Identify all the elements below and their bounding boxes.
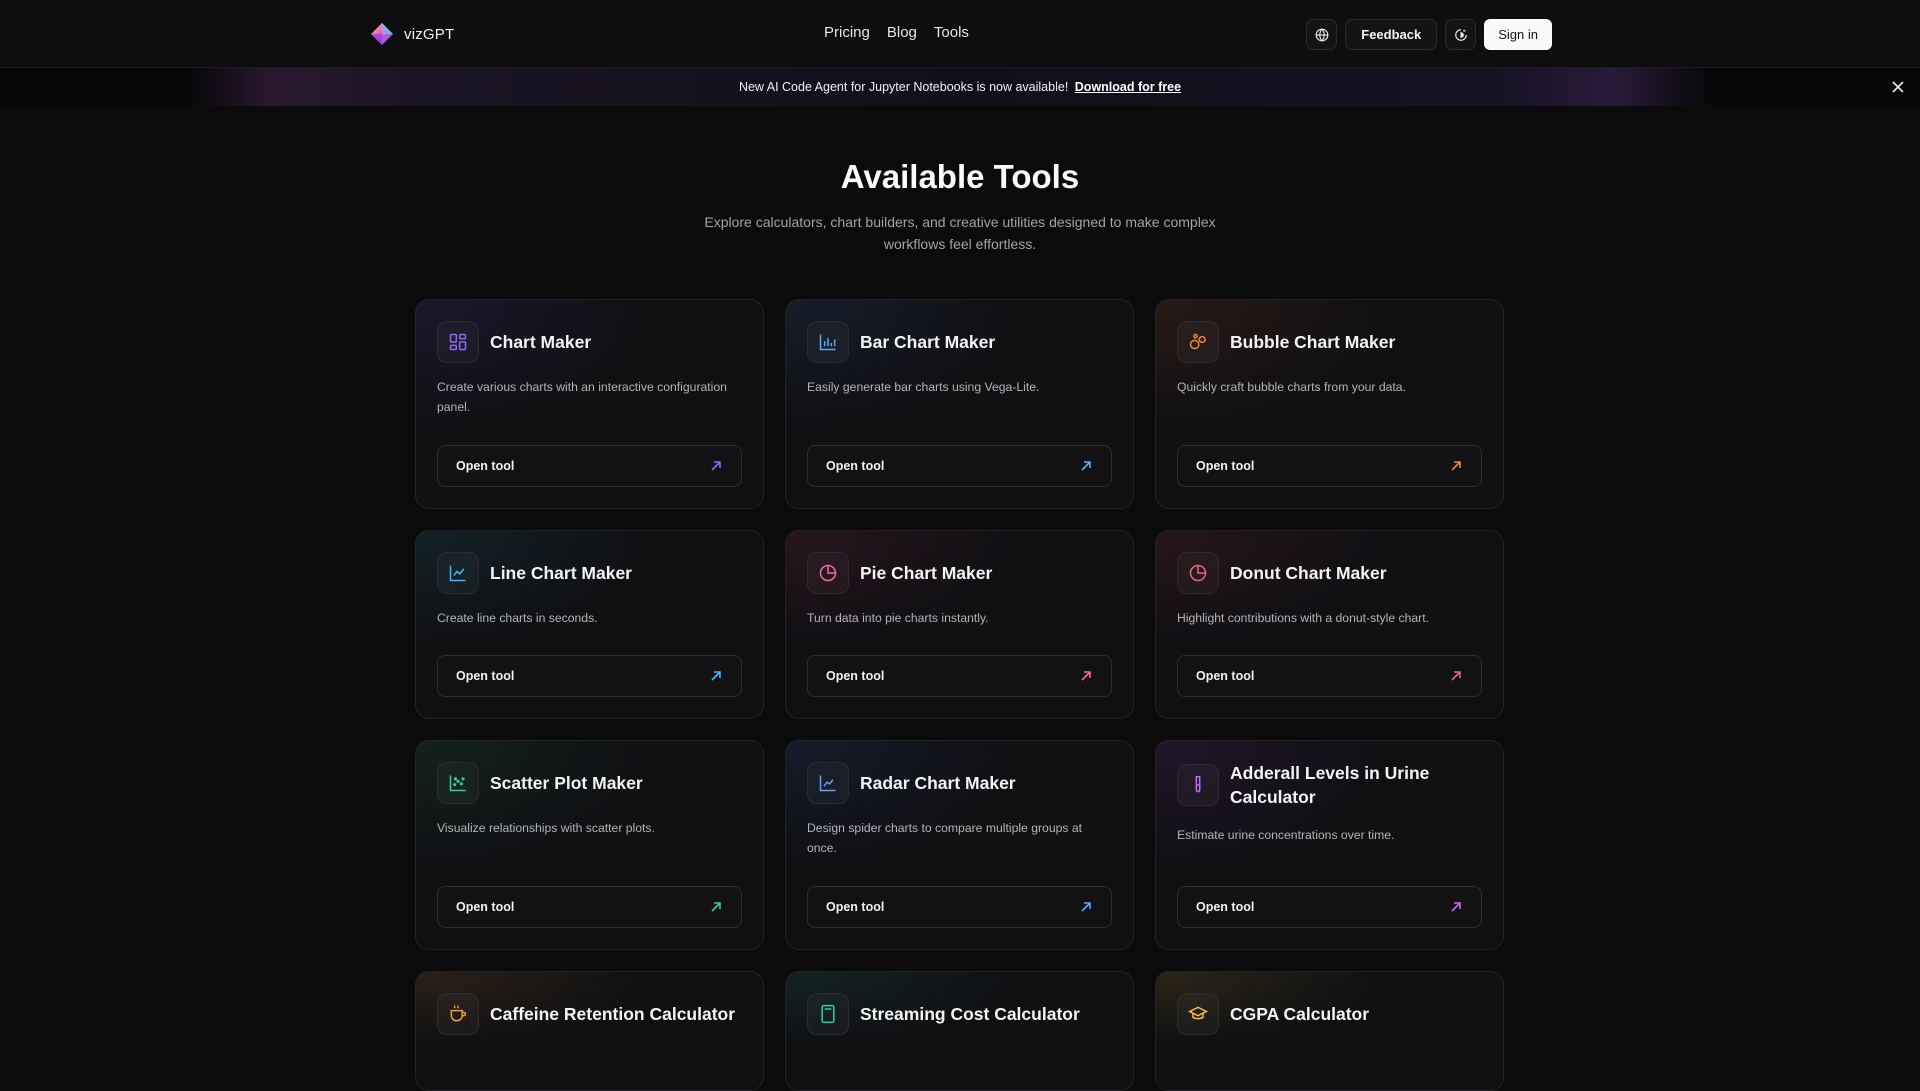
brand[interactable]: vizGPT: [370, 22, 454, 46]
tool-description: Quickly craft bubble charts from your da…: [1177, 380, 1406, 394]
nav-actions: Feedback Sign in: [1306, 19, 1552, 50]
arrow-up-right-icon: [1081, 902, 1091, 912]
tool-description: Easily generate bar charts using Vega-Li…: [807, 380, 1040, 394]
nav-link-blog[interactable]: Blog: [887, 24, 917, 41]
open-tool-button[interactable]: Open tool: [1177, 655, 1482, 697]
page-title: Available Tools: [840, 158, 1080, 195]
tool-title: Streaming Cost Calculator: [860, 1004, 1080, 1024]
tool-card-caffeine-calculator: Caffeine Retention Calculator: [415, 971, 764, 1091]
tool-title: Bubble Chart Maker: [1230, 332, 1396, 352]
tool-title: Line Chart Maker: [490, 563, 632, 583]
announcement-banner: New AI Code Agent for Jupyter Notebooks …: [0, 68, 1920, 106]
open-tool-button[interactable]: Open tool: [807, 655, 1112, 697]
open-tool-label: Open tool: [826, 459, 885, 473]
tool-card-scatter-plot-maker: Scatter Plot Maker Visualize relationshi…: [415, 740, 764, 950]
main-nav: Pricing Blog Tools: [824, 24, 969, 41]
tool-title: Radar Chart Maker: [860, 773, 1016, 793]
open-tool-button[interactable]: Open tool: [1177, 886, 1482, 928]
graduation-cap-icon: [1177, 993, 1219, 1035]
tool-description: Highlight contributions with a donut-sty…: [1177, 611, 1430, 625]
tool-description: Create line charts in seconds.: [437, 611, 598, 625]
page-subtitle: Explore calculators, chart builders, and…: [704, 214, 1216, 252]
tool-card-adderall-calculator: Adderall Levels in Urine Calculator Esti…: [1155, 740, 1504, 950]
arrow-up-right-icon: [1451, 671, 1461, 681]
arrow-up-right-icon: [711, 671, 721, 681]
open-tool-label: Open tool: [456, 900, 515, 914]
tool-title: Adderall Levels in Urine Calculator: [1230, 763, 1430, 807]
scatter-plot-icon: [437, 762, 479, 804]
tool-card-radar-chart-maker: Radar Chart Maker Design spider charts t…: [785, 740, 1134, 950]
tool-card-chart-maker: Chart Maker Create various charts with a…: [415, 299, 764, 509]
open-tool-label: Open tool: [826, 900, 885, 914]
banner-text: New AI Code Agent for Jupyter Notebooks …: [739, 80, 1181, 94]
open-tool-label: Open tool: [456, 669, 515, 683]
open-tool-button[interactable]: Open tool: [807, 445, 1112, 487]
tool-title: CGPA Calculator: [1230, 1004, 1370, 1024]
tool-title: Chart Maker: [490, 332, 592, 352]
tool-card-donut-chart-maker: Donut Chart Maker Highlight contribution…: [1155, 530, 1504, 719]
tool-title: Pie Chart Maker: [860, 563, 993, 583]
feedback-button[interactable]: Feedback: [1345, 19, 1438, 50]
tool-description: Turn data into pie charts instantly.: [807, 611, 989, 625]
banner-message: New AI Code Agent for Jupyter Notebooks …: [738, 80, 1069, 94]
open-tool-button[interactable]: Open tool: [437, 886, 742, 928]
pie-chart-icon: [807, 552, 849, 594]
tool-description: Visualize relationships with scatter plo…: [437, 821, 655, 835]
tool-card-pie-chart-maker: Pie Chart Maker Turn data into pie chart…: [785, 530, 1134, 719]
arrow-up-right-icon: [1451, 902, 1461, 912]
tool-card-bar-chart-maker: Bar Chart Maker Easily generate bar char…: [785, 299, 1134, 509]
coffee-cup-icon: [437, 993, 479, 1035]
arrow-up-right-icon: [711, 461, 721, 471]
sign-in-button[interactable]: Sign in: [1484, 19, 1552, 50]
tool-card-line-chart-maker: Line Chart Maker Create line charts in s…: [415, 530, 764, 719]
tool-description: Create various charts with an interactiv…: [437, 380, 727, 414]
banner-download-link[interactable]: Download for free: [1075, 80, 1181, 94]
globe-icon: [1315, 27, 1329, 42]
bar-chart-icon: [807, 321, 849, 363]
arrow-up-right-icon: [1451, 461, 1461, 471]
open-tool-button[interactable]: Open tool: [807, 886, 1112, 928]
arrow-up-right-icon: [711, 902, 721, 912]
tool-title: Scatter Plot Maker: [490, 773, 643, 793]
line-chart-icon: [437, 552, 479, 594]
theme-toggle-button[interactable]: [1445, 19, 1477, 50]
test-tube-icon: [1177, 764, 1219, 806]
tool-description: Design spider charts to compare multiple…: [807, 821, 1083, 855]
tool-title: Bar Chart Maker: [860, 332, 996, 352]
nav-link-tools[interactable]: Tools: [934, 24, 969, 41]
open-tool-label: Open tool: [1196, 459, 1255, 473]
bubble-chart-icon: [1177, 321, 1219, 363]
tool-description: Estimate urine concentrations over time.: [1177, 828, 1395, 842]
tool-card-streaming-cost-calculator: Streaming Cost Calculator: [785, 971, 1134, 1091]
grid-icon: [437, 321, 479, 363]
close-icon[interactable]: [1890, 79, 1906, 95]
calculator-icon: [807, 993, 849, 1035]
tool-title: Caffeine Retention Calculator: [490, 1004, 736, 1024]
open-tool-label: Open tool: [456, 459, 515, 473]
brand-logo-icon: [371, 23, 393, 45]
tool-card-bubble-chart-maker: Bubble Chart Maker Quickly craft bubble …: [1155, 299, 1504, 509]
open-tool-button[interactable]: Open tool: [1177, 445, 1482, 487]
open-tool-button[interactable]: Open tool: [437, 445, 742, 487]
nav-link-pricing[interactable]: Pricing: [824, 24, 870, 41]
open-tool-button[interactable]: Open tool: [437, 655, 742, 697]
open-tool-label: Open tool: [826, 669, 885, 683]
arrow-up-right-icon: [1081, 461, 1091, 471]
tools-grid: Chart Maker Create various charts with a…: [415, 299, 1505, 1091]
language-button[interactable]: [1306, 19, 1338, 50]
donut-chart-icon: [1177, 552, 1219, 594]
brand-name: vizGPT: [404, 25, 455, 43]
arrow-up-right-icon: [1081, 671, 1091, 681]
tool-title: Donut Chart Maker: [1230, 563, 1387, 583]
top-nav: vizGPT Pricing Blog Tools Feedback Sign …: [0, 0, 1920, 68]
radar-chart-icon: [807, 762, 849, 804]
open-tool-label: Open tool: [1196, 669, 1255, 683]
theme-toggle-icon: [1454, 28, 1467, 41]
open-tool-label: Open tool: [1196, 900, 1255, 914]
tool-card-cgpa-calculator: CGPA Calculator: [1155, 971, 1504, 1091]
